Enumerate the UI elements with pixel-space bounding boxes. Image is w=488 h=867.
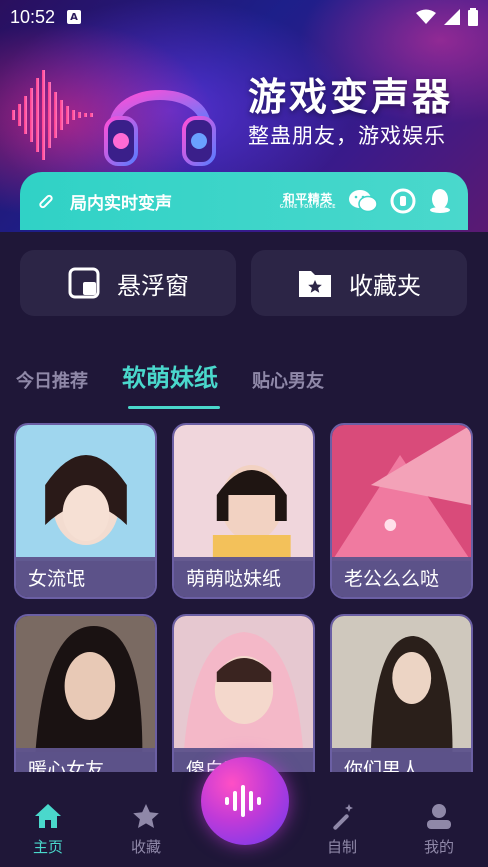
wifi-icon <box>416 9 436 24</box>
nav-home[interactable]: 主页 <box>18 802 78 857</box>
headphones-graphic <box>104 90 216 166</box>
folder-star-icon <box>299 271 331 297</box>
nav-favorites[interactable]: 收藏 <box>116 802 176 857</box>
floating-window-icon <box>68 267 100 299</box>
qq-icon[interactable] <box>428 188 452 214</box>
voice-card[interactable]: 暖心女友 <box>14 614 157 790</box>
nav-custom-label: 自制 <box>326 838 357 856</box>
game-icon[interactable] <box>390 188 416 214</box>
tab-soft-girl[interactable]: 软萌妹纸 <box>122 358 218 393</box>
nav-custom[interactable]: 自制 <box>312 802 372 857</box>
audio-wave-icon <box>225 785 261 817</box>
status-time: 10:52 <box>10 6 56 27</box>
voice-card[interactable]: 老公么么哒 <box>330 423 473 599</box>
voice-card-label: 老公么么哒 <box>332 557 471 597</box>
wand-icon <box>39 194 53 209</box>
nav-home-label: 主页 <box>32 838 63 856</box>
avatar-image <box>332 616 471 752</box>
user-icon <box>427 804 451 829</box>
notification-a-icon: A <box>67 10 82 24</box>
star-icon <box>133 804 159 828</box>
avatar-image <box>174 425 313 561</box>
voice-card-label: 女流氓 <box>16 557 155 597</box>
status-bar: 10:52 A <box>0 0 488 34</box>
voice-card[interactable]: 你们男人 <box>330 614 473 790</box>
avatar-image <box>332 425 471 561</box>
magic-wand-icon <box>333 804 353 830</box>
voice-card-label: 萌萌哒妹纸 <box>174 557 313 597</box>
nav-favorites-label: 收藏 <box>130 838 161 856</box>
battery-icon <box>468 8 478 26</box>
hero-title: 游戏变声器 <box>248 74 454 119</box>
floating-window-label: 悬浮窗 <box>117 271 189 300</box>
voice-record-button[interactable] <box>201 757 289 845</box>
active-tab-indicator <box>128 406 220 409</box>
favorites-folder-button[interactable]: 收藏夹 <box>251 250 467 316</box>
voice-card[interactable]: 萌萌哒妹纸 <box>172 423 315 599</box>
hero-banner[interactable]: 游戏变声器 整蛊朋友，游戏娱乐 局内实时变声 和平精英 GAME FOR PEA… <box>0 0 488 232</box>
realtime-voice-bar[interactable]: 局内实时变声 和平精英 GAME FOR PEACE <box>20 172 468 230</box>
avatar-image <box>16 616 155 752</box>
game-for-peace-logo[interactable]: 和平精英 GAME FOR PEACE <box>280 193 336 210</box>
nav-mine[interactable]: 我的 <box>409 802 469 857</box>
home-icon <box>35 804 61 828</box>
avatar-image <box>174 616 313 752</box>
hero-subtitle: 整蛊朋友，游戏娱乐 <box>248 124 446 148</box>
voice-card[interactable]: 女流氓 <box>14 423 157 599</box>
category-tabs: 今日推荐 软萌妹纸 贴心男友 <box>16 358 358 393</box>
nav-mine-label: 我的 <box>423 838 454 856</box>
floating-window-button[interactable]: 悬浮窗 <box>20 250 236 316</box>
realtime-voice-label: 局内实时变声 <box>70 193 172 214</box>
signal-icon <box>444 9 460 25</box>
tab-caring-boyfriend[interactable]: 贴心男友 <box>252 367 324 393</box>
wechat-icon[interactable] <box>348 188 378 214</box>
tab-today-recommend[interactable]: 今日推荐 <box>16 367 88 393</box>
avatar-image <box>16 425 155 561</box>
favorites-folder-label: 收藏夹 <box>349 271 421 300</box>
